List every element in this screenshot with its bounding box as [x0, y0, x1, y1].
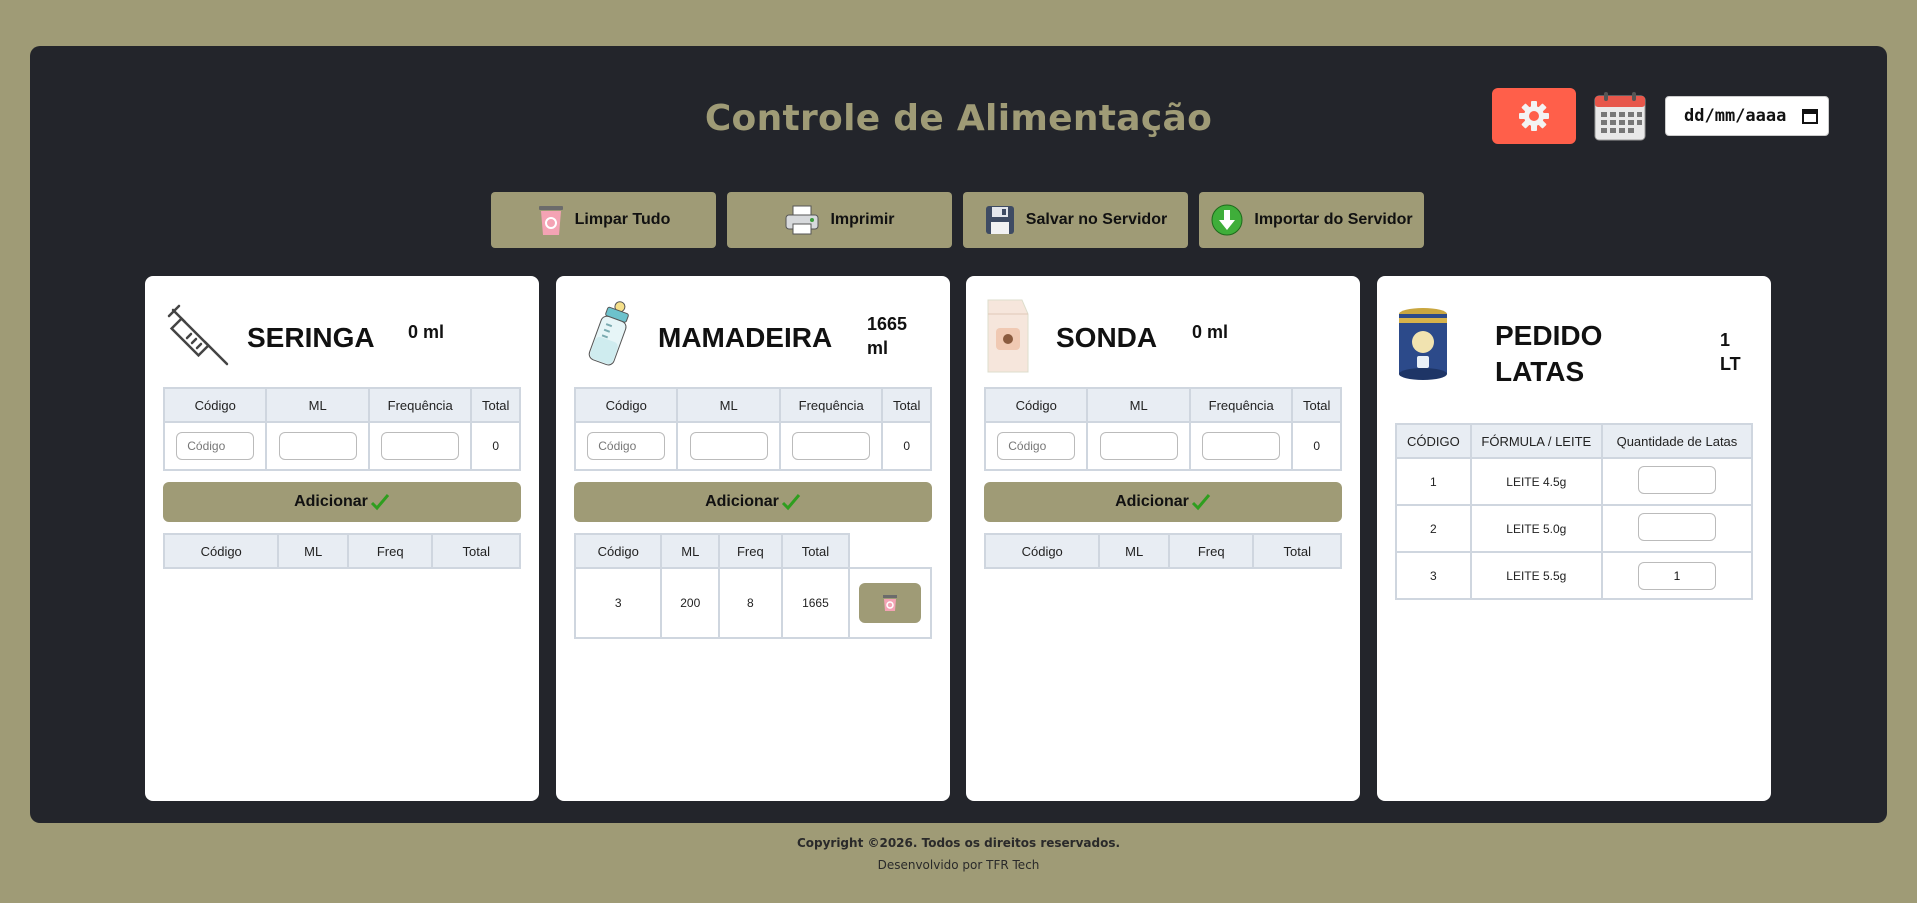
sonda-form-table: Código ML Frequência Total Código 0: [983, 387, 1342, 471]
pedido-header: PEDIDO LATAS 1 LT: [1395, 294, 1753, 404]
pedido-latas-table: CÓDIGO FÓRMULA / LEITE Quantidade de Lat…: [1395, 423, 1754, 600]
save-server-button[interactable]: Salvar no Servidor: [963, 192, 1188, 248]
date-placeholder: dd/mm/aaaa: [1684, 106, 1787, 126]
seringa-title: SERINGA: [247, 322, 375, 353]
sonda-card: SONDA 0 ml Código ML Frequência Total Có…: [966, 276, 1360, 801]
sonda-total-ml: 0 ml: [1192, 322, 1229, 342]
syringe-icon: [167, 304, 229, 366]
baby-bottle-icon: [588, 301, 629, 366]
trash-icon: [538, 206, 563, 235]
checkmark-icon: [781, 494, 801, 511]
mamadeira-code-input[interactable]: Código: [587, 432, 666, 460]
seringa-form-table: Código ML Frequência Total Código 0: [162, 387, 521, 471]
mamadeira-freq-input[interactable]: [792, 432, 871, 460]
mamadeira-form-total: 0: [881, 421, 932, 471]
quantity-input[interactable]: 1: [1637, 561, 1716, 590]
mamadeira-header: MAMADEIRA 1665 ml: [574, 294, 932, 370]
download-arrow-icon: [1211, 204, 1243, 236]
mamadeira-ml-input[interactable]: [689, 432, 768, 460]
floppy-disk-icon: [985, 206, 1014, 234]
sonda-header: SONDA 0 ml: [984, 294, 1342, 373]
settings-button[interactable]: [1492, 88, 1576, 144]
sonda-add-button[interactable]: Adicionar: [984, 482, 1342, 522]
mamadeira-total-ml: 1665 ml: [867, 314, 908, 358]
mamadeira-list-table: Código ML Freq Total 3 200 8 1665: [573, 533, 932, 639]
footer-copyright: Copyright ©2026. Todos os direitos reser…: [796, 836, 1121, 850]
mamadeira-title: MAMADEIRA: [658, 322, 833, 353]
import-server-button[interactable]: Importar do Servidor: [1199, 192, 1424, 248]
sonda-freq-input[interactable]: [1202, 432, 1281, 460]
seringa-code-input[interactable]: Código: [176, 432, 255, 460]
formula-can-icon: [1399, 308, 1447, 380]
checkmark-icon: [1191, 494, 1211, 511]
seringa-total-ml: 0 ml: [408, 322, 445, 342]
seringa-header: SERINGA 0 ml: [163, 294, 521, 370]
seringa-freq-input[interactable]: [381, 432, 460, 460]
sonda-list-table: Código ML Freq Total: [983, 533, 1342, 569]
pedido-title: PEDIDO LATAS: [1495, 320, 1603, 387]
mamadeira-card: MAMADEIRA 1665 ml Código ML Frequência T…: [556, 276, 950, 801]
delete-row-button[interactable]: [859, 583, 922, 623]
sonda-form-total: 0: [1291, 421, 1342, 471]
seringa-form-total: 0: [470, 421, 521, 471]
seringa-add-button[interactable]: Adicionar: [163, 482, 521, 522]
quantity-input[interactable]: [1637, 466, 1716, 494]
clear-all-button[interactable]: Limpar Tudo: [491, 192, 716, 248]
sonda-code-input[interactable]: Código: [997, 432, 1076, 460]
toolbar: Limpar Tudo Imprimir Salvar no Servidor: [491, 192, 1424, 248]
seringa-card: SERINGA 0 ml Código ML Frequência Total …: [145, 276, 539, 801]
calendar-icon[interactable]: [1592, 90, 1648, 142]
sonda-ml-input[interactable]: [1099, 432, 1178, 460]
printer-icon: [785, 205, 819, 235]
milk-carton-icon: [987, 299, 1029, 373]
trash-icon: [883, 595, 898, 611]
date-input[interactable]: dd/mm/aaaa: [1665, 96, 1829, 136]
pedido-latas-card: PEDIDO LATAS 1 LT CÓDIGO FÓRMULA / LEITE…: [1377, 276, 1771, 801]
settings-gear-icon: [1519, 101, 1549, 131]
table-row: 3 200 8 1665: [573, 567, 932, 639]
checkmark-icon: [370, 494, 390, 511]
table-row: 1 LEITE 4.5g: [1395, 457, 1754, 506]
table-row: 3 LEITE 5.5g 1: [1395, 551, 1754, 600]
seringa-list-table: Código ML Freq Total: [162, 533, 521, 569]
print-button[interactable]: Imprimir: [727, 192, 952, 248]
table-row: 2 LEITE 5.0g: [1395, 504, 1754, 553]
seringa-ml-input[interactable]: [278, 432, 357, 460]
mamadeira-add-button[interactable]: Adicionar: [574, 482, 932, 522]
quantity-input[interactable]: [1637, 513, 1716, 541]
pedido-total: 1 LT: [1720, 330, 1741, 374]
calendar-picker-icon[interactable]: [1802, 108, 1818, 124]
mamadeira-form-table: Código ML Frequência Total Código 0: [573, 387, 932, 471]
main-panel: Controle de Alimentação dd/mm/aaaa Limpa…: [30, 46, 1887, 823]
footer-developer: Desenvolvido por TFR Tech: [877, 858, 1040, 872]
sonda-title: SONDA: [1056, 322, 1158, 353]
